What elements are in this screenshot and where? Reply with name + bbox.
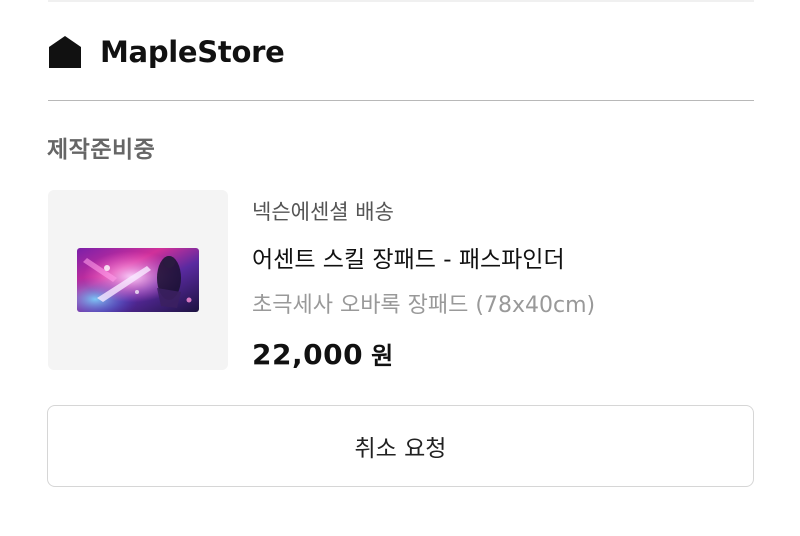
top-divider: [48, 0, 754, 2]
header-divider: [48, 100, 754, 101]
product-thumbnail[interactable]: [48, 190, 228, 370]
store-name: MapleStore: [100, 35, 285, 69]
product-name[interactable]: 어센트 스킬 장패드 - 패스파인더: [252, 241, 595, 279]
shipping-method: 넥슨에센셜 배송: [252, 200, 394, 224]
product-info: 넥슨에센셜 배송 어센트 스킬 장패드 - 패스파인더 초극세사 오바록 장패드…: [252, 193, 595, 375]
store-header[interactable]: MapleStore: [48, 30, 285, 74]
product-option: 초극세사 오바록 장패드 (78x40cm): [252, 293, 596, 318]
price-amount: 22,000: [252, 338, 364, 371]
product-price: 22,000 원: [252, 335, 595, 375]
cancel-request-button[interactable]: 취소 요청: [47, 405, 754, 487]
order-status: 제작준비중: [47, 137, 156, 163]
mousepad-image: [77, 248, 199, 312]
price-currency: 원: [371, 342, 394, 370]
home-icon: [49, 36, 81, 68]
